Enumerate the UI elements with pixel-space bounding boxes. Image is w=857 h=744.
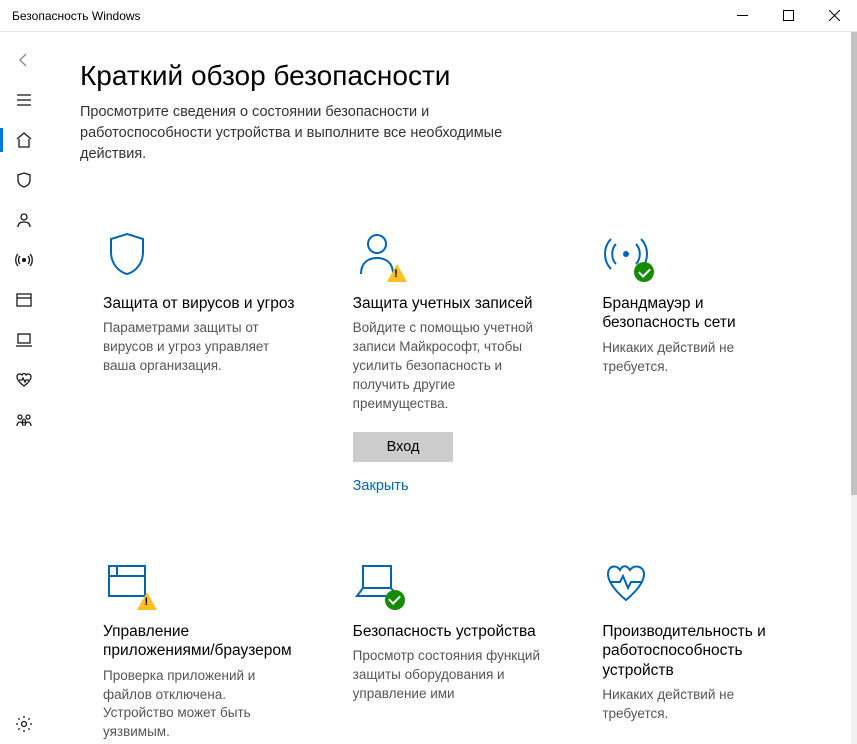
sidebar bbox=[0, 32, 48, 744]
tile-title: Безопасность устройства bbox=[353, 622, 547, 641]
scrollbar-thumb[interactable] bbox=[851, 32, 857, 495]
shield-icon bbox=[103, 230, 151, 278]
tile-device[interactable]: Безопасность устройства Просмотр состоян… bbox=[330, 529, 570, 744]
nav-firewall[interactable] bbox=[4, 240, 44, 280]
warning-badge-icon bbox=[137, 592, 157, 610]
app-window-icon bbox=[103, 558, 151, 606]
nav-home[interactable] bbox=[4, 120, 44, 160]
person-icon bbox=[353, 230, 401, 278]
nav-appbrowser[interactable] bbox=[4, 280, 44, 320]
tile-desc: Просмотр состояния функций защиты оборуд… bbox=[353, 647, 547, 704]
ok-badge-icon bbox=[385, 590, 405, 610]
tile-title: Брандмауэр и безопасность сети bbox=[602, 294, 796, 333]
nav-settings[interactable] bbox=[4, 704, 44, 744]
tile-desc: Войдите с помощью учетной записи Майкрос… bbox=[353, 319, 547, 413]
tile-desc: Параметрами защиты от вирусов и угроз уп… bbox=[103, 319, 297, 376]
nav-family[interactable] bbox=[4, 400, 44, 440]
tile-account[interactable]: Защита учетных записей Войдите с помощью… bbox=[330, 201, 570, 519]
tile-title: Производительность и работоспособность у… bbox=[602, 622, 796, 680]
nav-account[interactable] bbox=[4, 200, 44, 240]
ok-badge-icon bbox=[634, 262, 654, 282]
tile-desc: Проверка приложений и файлов отключена. … bbox=[103, 667, 297, 743]
maximize-button[interactable] bbox=[765, 0, 811, 31]
dismiss-link[interactable]: Закрыть bbox=[353, 478, 547, 494]
content-area: Краткий обзор безопасности Просмотрите с… bbox=[48, 32, 851, 744]
nav-performance[interactable] bbox=[4, 360, 44, 400]
tile-desc: Никаких действий не требуется. bbox=[602, 339, 796, 377]
antenna-icon bbox=[602, 230, 650, 278]
tile-firewall[interactable]: Брандмауэр и безопасность сети Никаких д… bbox=[579, 201, 819, 519]
warning-badge-icon bbox=[387, 264, 407, 282]
nav-device[interactable] bbox=[4, 320, 44, 360]
menu-button[interactable] bbox=[4, 80, 44, 120]
signin-button[interactable]: Вход bbox=[353, 432, 454, 462]
window-controls bbox=[719, 0, 857, 31]
tiles-grid: Защита от вирусов и угроз Параметрами за… bbox=[80, 201, 819, 744]
tile-title: Защита учетных записей bbox=[353, 294, 547, 313]
scrollbar[interactable] bbox=[851, 32, 857, 744]
page-subtitle: Просмотрите сведения о состоянии безопас… bbox=[80, 102, 520, 165]
window-title: Безопасность Windows bbox=[12, 9, 719, 23]
nav-virus[interactable] bbox=[4, 160, 44, 200]
back-button[interactable] bbox=[4, 40, 44, 80]
tile-desc: Никаких действий не требуется. bbox=[602, 686, 796, 724]
tile-title: Защита от вирусов и угроз bbox=[103, 294, 297, 313]
minimize-button[interactable] bbox=[719, 0, 765, 31]
close-button[interactable] bbox=[811, 0, 857, 31]
tile-appbrowser[interactable]: Управление приложениями/браузером Провер… bbox=[80, 529, 320, 744]
titlebar: Безопасность Windows bbox=[0, 0, 857, 32]
laptop-icon bbox=[353, 558, 401, 606]
heart-pulse-icon bbox=[602, 558, 650, 606]
tile-performance[interactable]: Производительность и работоспособность у… bbox=[579, 529, 819, 744]
tile-virus[interactable]: Защита от вирусов и угроз Параметрами за… bbox=[80, 201, 320, 519]
tile-title: Управление приложениями/браузером bbox=[103, 622, 297, 661]
page-title: Краткий обзор безопасности bbox=[80, 60, 819, 92]
